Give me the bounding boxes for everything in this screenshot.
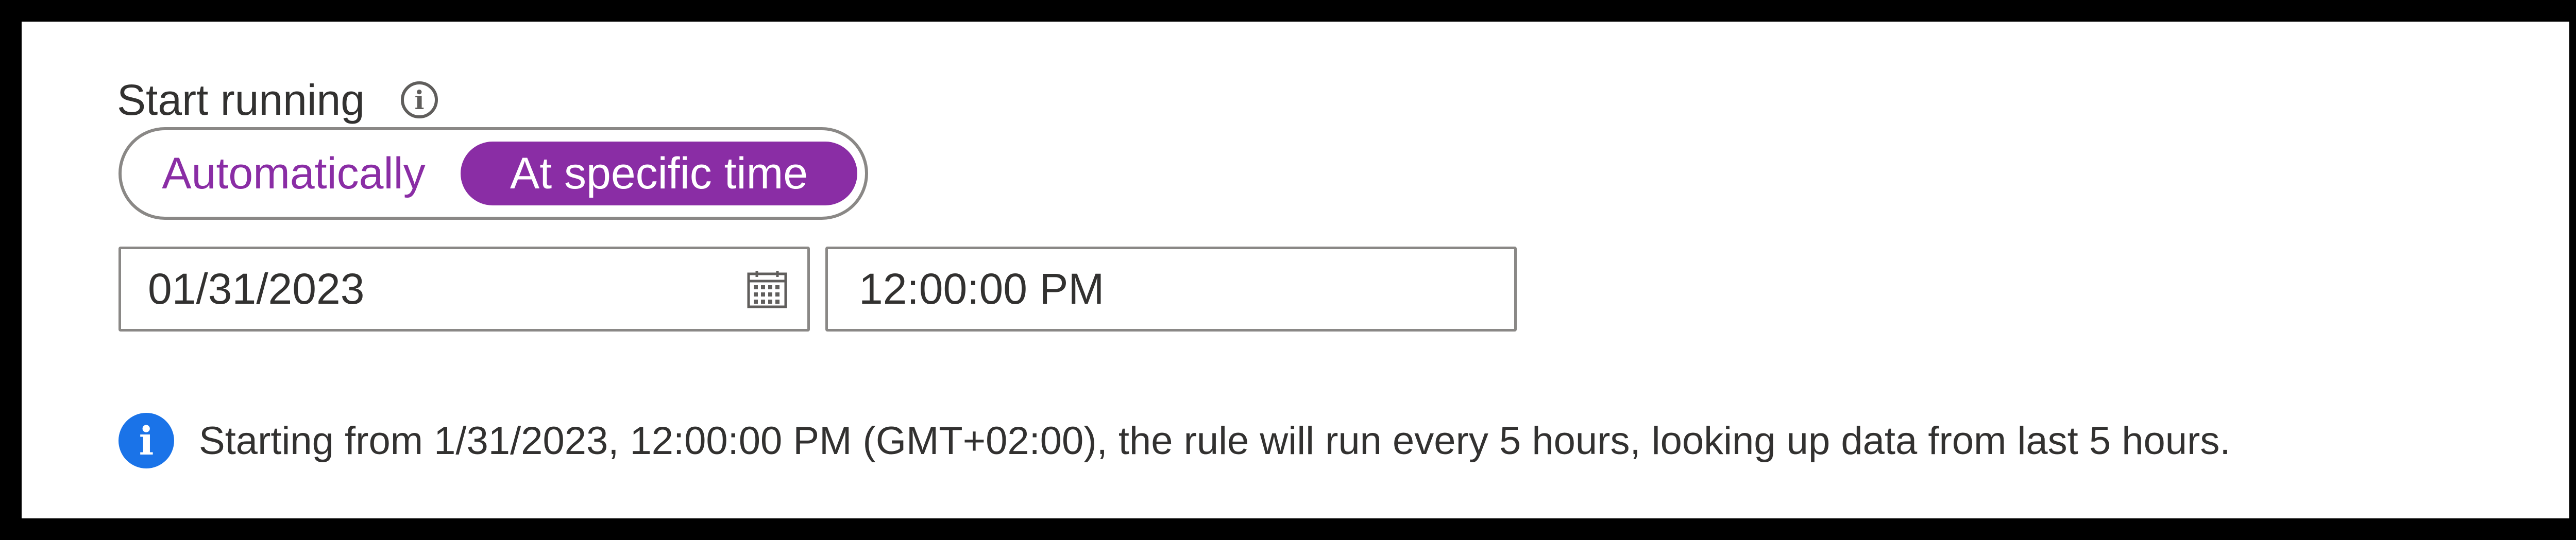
toggle-option-automatically[interactable]: Automatically <box>129 142 459 205</box>
date-picker-field[interactable]: 01/31/2023 <box>118 247 810 332</box>
schedule-info-message: i Starting from 1/31/2023, 12:00:00 PM (… <box>118 413 2230 468</box>
start-mode-toggle: Automatically At specific time <box>118 127 868 220</box>
calendar-icon[interactable] <box>747 270 788 309</box>
start-running-label: Start running <box>117 76 365 124</box>
info-filled-icon: i <box>118 413 174 468</box>
schedule-info-text: Starting from 1/31/2023, 12:00:00 PM (GM… <box>199 419 2231 463</box>
time-value: 12:00:00 PM <box>859 265 1105 313</box>
toggle-option-at-specific-time[interactable]: At specific time <box>461 142 857 205</box>
start-running-header: Start running i <box>117 69 438 131</box>
start-running-panel: Start running i Automatically At specifi… <box>22 22 2569 518</box>
date-value: 01/31/2023 <box>148 265 365 313</box>
info-icon[interactable]: i <box>400 81 438 118</box>
time-input-field[interactable]: 12:00:00 PM <box>825 247 1517 332</box>
